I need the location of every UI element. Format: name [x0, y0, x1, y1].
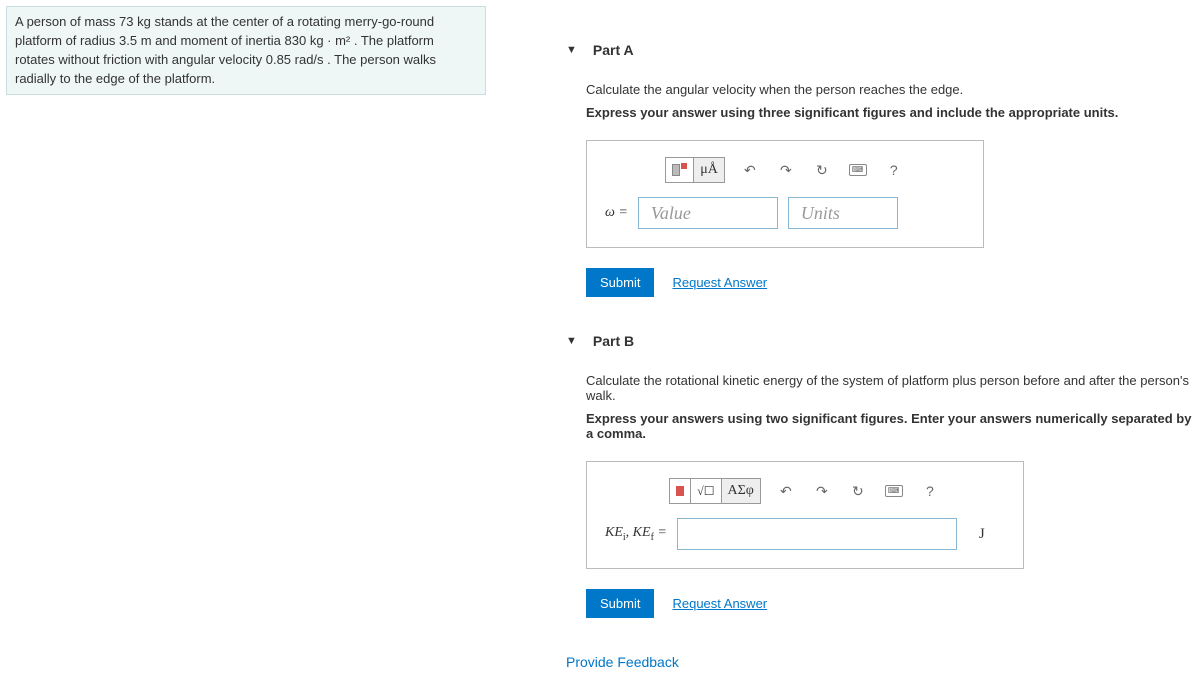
provide-feedback-link[interactable]: Provide Feedback [566, 654, 1194, 670]
units-tool-icon: μÅ [693, 158, 724, 182]
units-input[interactable]: Units [788, 197, 898, 229]
part-a-instruction: Express your answer using three signific… [586, 105, 1194, 120]
submit-button[interactable]: Submit [586, 589, 654, 618]
template-tool[interactable]: √☐ ΑΣφ [669, 478, 761, 504]
part-b-toolbar: √☐ ΑΣφ ↶ ↷ ↻ ⌨ ? [605, 478, 1005, 504]
part-b-title: Part B [593, 333, 634, 349]
part-b-variable: KEi, KEf = [605, 525, 667, 543]
part-a-title: Part A [593, 42, 634, 58]
request-answer-link[interactable]: Request Answer [672, 596, 767, 611]
submit-button[interactable]: Submit [586, 268, 654, 297]
caret-down-icon: ▼ [566, 44, 577, 56]
unit-suffix: J [979, 526, 985, 543]
part-a-answer-area: μÅ ↶ ↷ ↻ ⌨ ? ω = Value Units [586, 140, 984, 248]
part-a-variable: ω = [605, 205, 628, 221]
part-b: ▼ Part B Calculate the rotational kineti… [566, 333, 1194, 618]
undo-icon[interactable]: ↶ [739, 159, 761, 181]
help-icon[interactable]: ? [919, 480, 941, 502]
template-tool[interactable]: μÅ [665, 157, 725, 183]
part-a-header[interactable]: ▼ Part A [566, 42, 1194, 58]
request-answer-link[interactable]: Request Answer [672, 275, 767, 290]
symbols-tool-icon: ΑΣφ [721, 479, 760, 503]
redo-icon[interactable]: ↷ [811, 480, 833, 502]
part-a-prompt: Calculate the angular velocity when the … [586, 82, 1194, 97]
value-input[interactable] [677, 518, 957, 550]
part-b-answer-area: √☐ ΑΣφ ↶ ↷ ↻ ⌨ ? KEi, KEf = J [586, 461, 1024, 569]
keyboard-icon[interactable]: ⌨ [883, 480, 905, 502]
part-b-instruction: Express your answers using two significa… [586, 411, 1194, 441]
caret-down-icon: ▼ [566, 335, 577, 347]
help-icon[interactable]: ? [883, 159, 905, 181]
part-a: ▼ Part A Calculate the angular velocity … [566, 42, 1194, 297]
value-input[interactable]: Value [638, 197, 778, 229]
problem-statement: A person of mass 73 kg stands at the cen… [6, 6, 486, 95]
part-a-toolbar: μÅ ↶ ↷ ↻ ⌨ ? [605, 157, 965, 183]
part-b-prompt: Calculate the rotational kinetic energy … [586, 373, 1194, 403]
reset-icon[interactable]: ↻ [811, 159, 833, 181]
redo-icon[interactable]: ↷ [775, 159, 797, 181]
keyboard-icon[interactable]: ⌨ [847, 159, 869, 181]
undo-icon[interactable]: ↶ [775, 480, 797, 502]
reset-icon[interactable]: ↻ [847, 480, 869, 502]
part-b-header[interactable]: ▼ Part B [566, 333, 1194, 349]
sqrt-tool-icon: √☐ [690, 479, 720, 503]
